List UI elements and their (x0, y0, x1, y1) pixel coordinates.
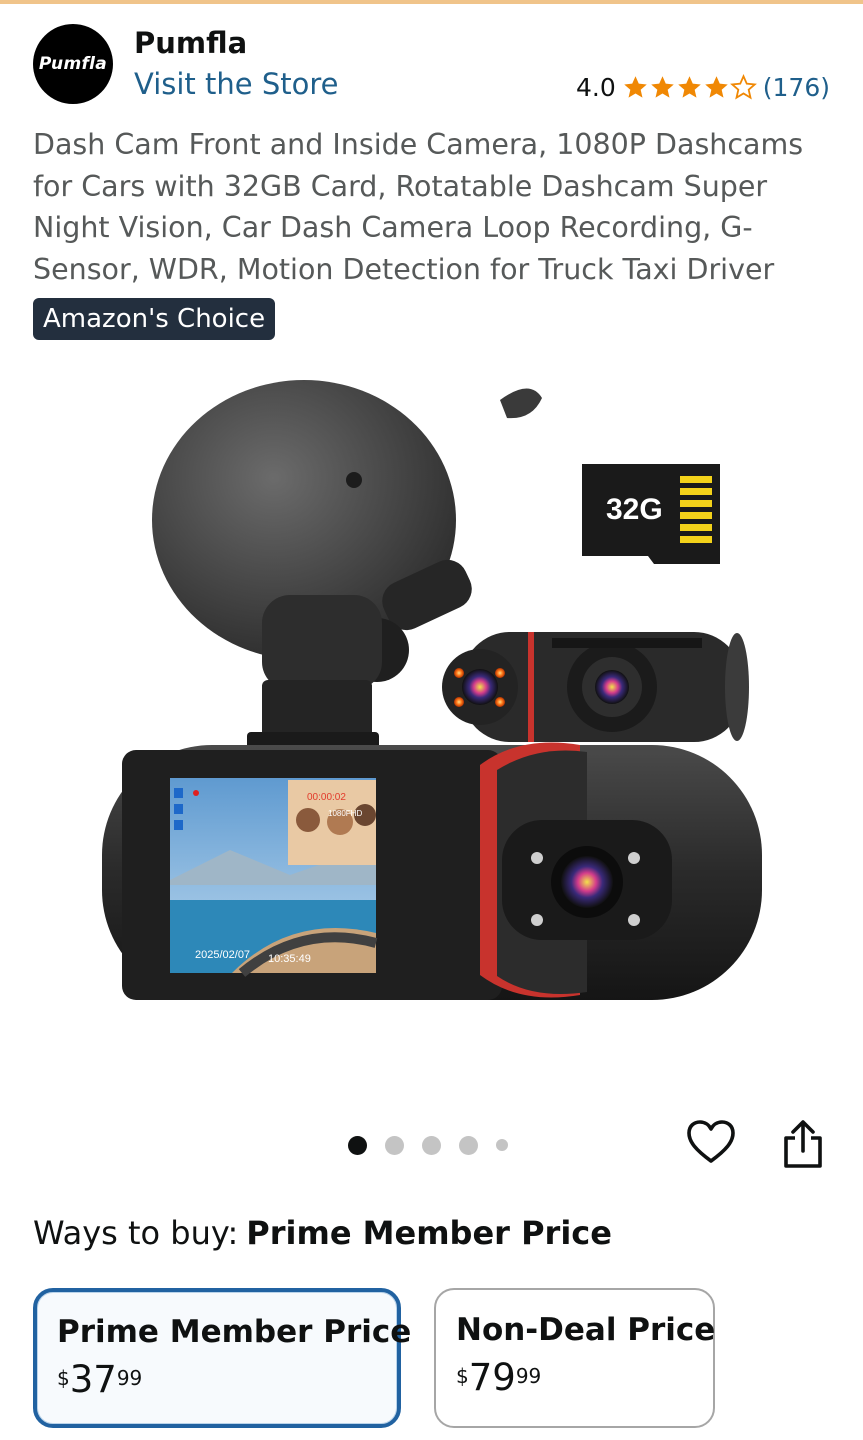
price-option-prime[interactable]: Prime Member Price $ 37 99 (33, 1288, 412, 1428)
rating-summary[interactable]: 4.0 (176) (576, 70, 830, 104)
brand-logo[interactable]: Pumfla (33, 24, 113, 104)
price-option-label: Prime Member Price (57, 1314, 412, 1350)
image-carousel-dots[interactable] (348, 1134, 508, 1156)
front-camera: 00:00:02 1080FHD 2025/02/07 10:35:49 (102, 742, 762, 1000)
brand-name: Pumfla (134, 26, 248, 60)
star-filled-icon (651, 75, 674, 98)
svg-text:00:00:02: 00:00:02 (307, 792, 346, 803)
sd-card: 32G (582, 464, 720, 564)
rating-value: 4.0 (576, 72, 616, 102)
carousel-dot[interactable] (496, 1139, 508, 1151)
heart-icon[interactable] (686, 1118, 736, 1168)
svg-text:32G: 32G (606, 493, 663, 526)
visit-store-link[interactable]: Visit the Store (134, 67, 338, 101)
carousel-dot[interactable] (385, 1135, 404, 1155)
carousel-dot[interactable] (348, 1135, 367, 1155)
top-accent-bar (0, 0, 863, 4)
ways-to-buy: Ways to buy: Prime Member Price (33, 1214, 612, 1252)
price-fraction: 99 (515, 1364, 542, 1388)
brand-logo-text: Pumfla (38, 54, 108, 74)
svg-text:10:35:49: 10:35:49 (268, 953, 311, 965)
carousel-dot[interactable] (459, 1135, 478, 1155)
star-filled-icon (705, 75, 728, 98)
price-option-price: $ 37 99 (57, 1360, 397, 1400)
price-option-price: $ 79 99 (456, 1358, 713, 1398)
star-rating (622, 73, 757, 101)
price-option-non-deal[interactable]: Non-Deal Price $ 79 99 (434, 1288, 715, 1428)
product-image[interactable]: 32G 00:00:02 1080FHD 2025/02/07 10:35:49 (82, 360, 782, 1050)
amazons-choice-badge: Amazon's Choice (33, 298, 276, 340)
share-icon[interactable] (778, 1118, 828, 1170)
camera-screen: 00:00:02 1080FHD 2025/02/07 10:35:49 (170, 778, 378, 977)
carousel-dot[interactable] (422, 1135, 441, 1155)
svg-text:1080FHD: 1080FHD (328, 809, 362, 818)
star-filled-icon (624, 75, 647, 98)
price-option-label: Non-Deal Price (456, 1312, 716, 1348)
ways-to-buy-value: Prime Member Price (246, 1214, 612, 1252)
price-currency: $ (456, 1364, 469, 1388)
ways-to-buy-label: Ways to buy: (33, 1214, 239, 1252)
price-currency: $ (57, 1366, 70, 1390)
price-whole: 79 (468, 1356, 516, 1399)
rating-count[interactable]: (176) (763, 73, 830, 102)
price-fraction: 99 (116, 1366, 143, 1390)
star-filled-icon (678, 75, 701, 98)
price-whole: 37 (69, 1358, 117, 1401)
star-empty-icon (729, 73, 757, 99)
svg-text:2025/02/07: 2025/02/07 (195, 949, 250, 961)
product-title: Dash Cam Front and Inside Camera, 1080P … (33, 128, 804, 286)
rear-camera (442, 632, 749, 742)
